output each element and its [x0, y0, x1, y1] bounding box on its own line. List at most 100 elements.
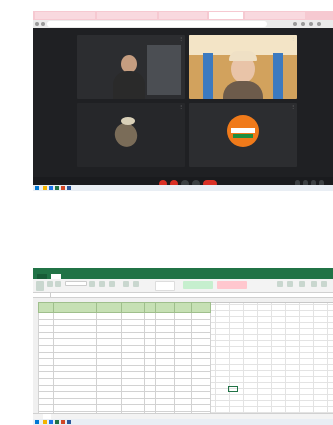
cell-style-bad[interactable] — [217, 281, 247, 289]
table-cell[interactable] — [96, 344, 122, 353]
participant-tile[interactable]: ⋮ — [189, 35, 297, 99]
profile-icon[interactable] — [309, 22, 313, 26]
table-cell[interactable] — [121, 397, 145, 406]
table-cell[interactable] — [174, 364, 192, 373]
ribbon-button[interactable] — [55, 281, 61, 287]
table-cell[interactable] — [155, 358, 175, 366]
table-cell[interactable] — [38, 364, 54, 373]
word-icon[interactable] — [67, 186, 71, 190]
table-cell[interactable] — [53, 338, 97, 346]
powerpoint-icon[interactable] — [61, 420, 65, 424]
table-cell[interactable] — [38, 358, 54, 366]
table-cell[interactable] — [38, 384, 54, 393]
table-cell[interactable] — [121, 351, 145, 360]
table-cell[interactable] — [144, 318, 156, 327]
table-cell[interactable] — [191, 338, 211, 346]
table-cell[interactable] — [121, 318, 145, 327]
column-header[interactable] — [121, 302, 145, 313]
table-cell[interactable] — [96, 397, 122, 406]
table-cell[interactable] — [144, 351, 156, 360]
table-cell[interactable] — [53, 351, 97, 360]
table-cell[interactable] — [144, 338, 156, 346]
table-cell[interactable] — [96, 325, 122, 333]
excel-icon[interactable] — [55, 420, 59, 424]
powerpoint-icon[interactable] — [61, 186, 65, 190]
extension-icon[interactable] — [301, 22, 305, 26]
table-cell[interactable] — [155, 371, 175, 379]
table-cell[interactable] — [38, 391, 54, 399]
name-box[interactable] — [34, 293, 51, 297]
table-cell[interactable] — [191, 364, 211, 373]
table-cell[interactable] — [191, 312, 211, 320]
table-cell[interactable] — [144, 331, 156, 340]
ribbon-button[interactable] — [277, 281, 283, 287]
browser-icon[interactable] — [49, 186, 53, 190]
file-explorer-icon[interactable] — [43, 420, 47, 424]
table-cell[interactable] — [53, 318, 97, 327]
menu-icon[interactable] — [317, 22, 321, 26]
reload-icon[interactable] — [41, 22, 45, 26]
table-cell[interactable] — [96, 364, 122, 373]
table-cell[interactable] — [155, 344, 175, 353]
table-cell[interactable] — [96, 377, 122, 386]
extension-icon[interactable] — [293, 22, 297, 26]
file-explorer-icon[interactable] — [43, 186, 47, 190]
table-cell[interactable] — [38, 397, 54, 406]
browser-tab[interactable] — [159, 12, 207, 19]
table-cell[interactable] — [191, 331, 211, 340]
table-cell[interactable] — [191, 325, 211, 333]
table-cell[interactable] — [174, 404, 192, 412]
more-options-icon[interactable]: ⋮ — [179, 37, 183, 41]
table-cell[interactable] — [155, 404, 175, 412]
table-cell[interactable] — [191, 397, 211, 406]
sum-icon[interactable] — [299, 281, 305, 287]
browser-tab-active[interactable] — [209, 12, 243, 19]
table-cell[interactable] — [53, 358, 97, 366]
table-cell[interactable] — [121, 325, 145, 333]
ribbon-button[interactable] — [133, 281, 139, 287]
conditional-format-button[interactable] — [155, 281, 175, 291]
table-cell[interactable] — [174, 384, 192, 393]
table-cell[interactable] — [96, 358, 122, 366]
table-cell[interactable] — [191, 384, 211, 393]
column-header[interactable] — [155, 302, 175, 313]
table-cell[interactable] — [96, 351, 122, 360]
table-cell[interactable] — [121, 391, 145, 399]
cell-style-good[interactable] — [183, 281, 213, 289]
table-cell[interactable] — [121, 384, 145, 393]
table-cell[interactable] — [174, 351, 192, 360]
ribbon-button[interactable] — [287, 281, 293, 287]
table-cell[interactable] — [155, 331, 175, 340]
find-icon[interactable] — [321, 281, 327, 287]
table-cell[interactable] — [121, 358, 145, 366]
ribbon-button[interactable] — [99, 281, 105, 287]
table-cell[interactable] — [191, 377, 211, 386]
table-cell[interactable] — [144, 364, 156, 373]
table-cell[interactable] — [38, 344, 54, 353]
table-cell[interactable] — [174, 331, 192, 340]
table-cell[interactable] — [53, 371, 97, 379]
selected-cell[interactable] — [228, 386, 238, 392]
table-cell[interactable] — [191, 358, 211, 366]
table-cell[interactable] — [96, 391, 122, 399]
table-cell[interactable] — [38, 325, 54, 333]
ribbon-button[interactable] — [47, 281, 53, 287]
table-cell[interactable] — [121, 404, 145, 412]
column-header[interactable] — [144, 302, 156, 313]
table-cell[interactable] — [96, 331, 122, 340]
table-cell[interactable] — [53, 325, 97, 333]
table-cell[interactable] — [53, 377, 97, 386]
table-cell[interactable] — [121, 338, 145, 346]
table-cell[interactable] — [38, 331, 54, 340]
table-cell[interactable] — [174, 312, 192, 320]
table-cell[interactable] — [191, 318, 211, 327]
excel-icon[interactable] — [55, 186, 59, 190]
table-cell[interactable] — [155, 384, 175, 393]
table-cell[interactable] — [38, 318, 54, 327]
table-cell[interactable] — [144, 344, 156, 353]
browser-icon[interactable] — [49, 420, 53, 424]
font-name-box[interactable] — [65, 281, 87, 286]
table-cell[interactable] — [121, 377, 145, 386]
ribbon-button[interactable] — [89, 281, 95, 287]
table-cell[interactable] — [96, 312, 122, 320]
